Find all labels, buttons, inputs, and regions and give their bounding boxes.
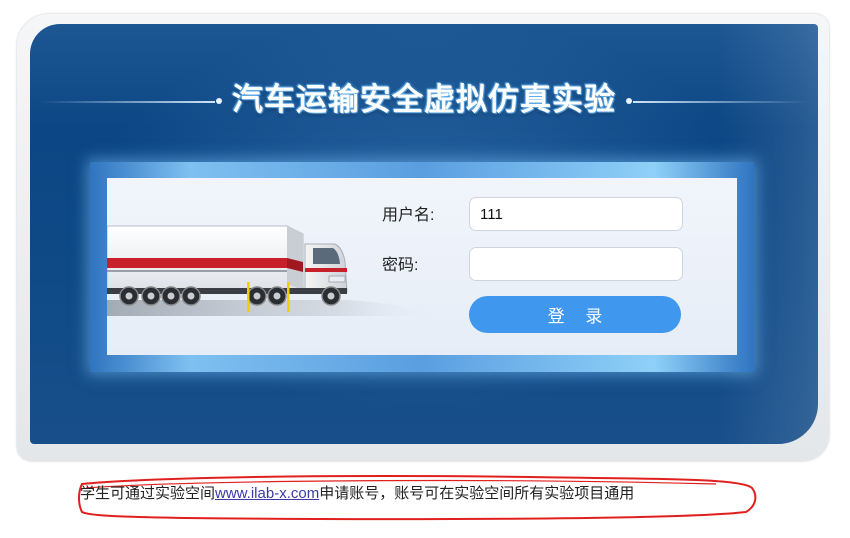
- page-title: 汽车运输安全虚拟仿真实验: [232, 82, 616, 117]
- registration-note: 学生可通过实验空间www.ilab-x.com申请账号，账号可在实验空间所有实验…: [80, 485, 634, 503]
- username-input[interactable]: [469, 197, 683, 231]
- title-line-right: [633, 101, 808, 103]
- note-prefix: 学生可通过实验空间: [80, 485, 216, 502]
- ilab-link[interactable]: www.ilab-x.com: [215, 485, 319, 502]
- title-dot-right: [626, 98, 632, 104]
- title-row: 汽车运输安全虚拟仿真实验: [30, 80, 818, 120]
- login-button[interactable]: 登 录: [469, 296, 681, 333]
- username-label: 用户名:: [382, 207, 435, 224]
- password-input[interactable]: [469, 247, 683, 281]
- title-dot-left: [216, 98, 222, 104]
- password-label: 密码:: [382, 257, 419, 274]
- title-line-left: [40, 101, 215, 103]
- note-suffix: 申请账号，账号可在实验空间所有实验项目通用: [319, 485, 635, 502]
